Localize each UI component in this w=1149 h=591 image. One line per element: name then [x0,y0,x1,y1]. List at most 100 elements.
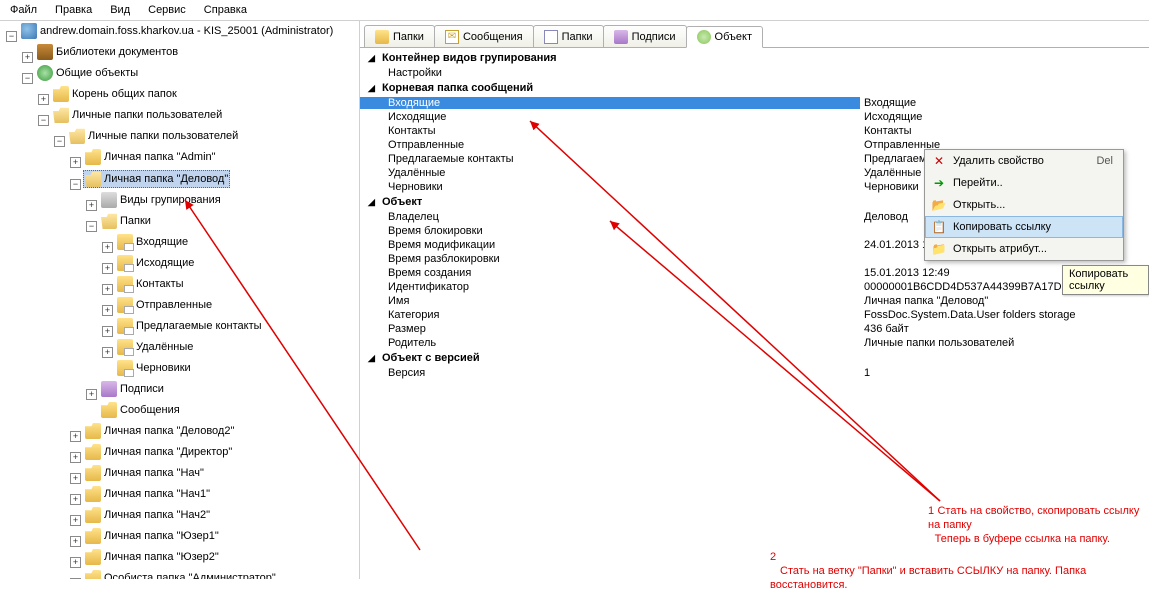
prop-row[interactable]: Настройки [360,66,1149,80]
tree-item[interactable]: Контакты [115,276,186,292]
sign-icon [101,381,117,397]
expander-icon[interactable]: + [70,515,81,526]
folder-icon: 📁 [931,241,947,257]
tree-item[interactable]: Личная папка "Директор" [83,444,234,460]
annotation-1: 1 Стать на свойство, скопировать ссылку … [928,503,1149,545]
prop-key: Контакты [360,125,860,137]
expander-icon[interactable]: − [54,136,65,147]
expander-icon[interactable]: + [86,200,97,211]
expander-icon[interactable]: + [86,389,97,400]
expander-icon[interactable]: + [70,473,81,484]
tree-item[interactable]: Входящие [115,234,190,250]
tree-item[interactable]: Личная папка "Нач" [83,465,206,481]
tab-messages[interactable]: Сообщения [434,25,534,47]
tree-item[interactable]: Исходящие [115,255,196,271]
tree-item[interactable]: Личные папки пользователей [67,128,240,144]
expander-icon[interactable]: + [102,326,113,337]
tree-item[interactable]: Предлагаемые контакты [115,318,264,334]
tab-signs[interactable]: Подписи [603,25,687,47]
ctx-open-attr[interactable]: 📁Открыть атрибут... [925,238,1123,260]
expander-icon[interactable]: − [22,73,33,84]
prop-row[interactable]: Идентификатор00000001B6CDD4D537A44399B7A… [360,280,1149,294]
expander-icon[interactable]: + [22,52,33,63]
expander-icon[interactable]: + [102,263,113,274]
prop-row[interactable]: Размер436 байт [360,322,1149,336]
expander-icon[interactable]: + [70,452,81,463]
ctx-copy-link[interactable]: 📋Копировать ссылку [925,216,1123,238]
tab-folders2[interactable]: Папки [533,25,604,47]
tree-libs[interactable]: Библиотеки документов [35,44,180,60]
expander-icon[interactable]: + [102,242,113,253]
ctx-delete[interactable]: ✕Удалить свойствоDel [925,150,1123,172]
tab-object[interactable]: Объект [686,26,763,48]
tree-item[interactable]: Сообщения [99,402,182,418]
tab-folders[interactable]: Папки [364,25,435,47]
drafts-icon [117,360,133,376]
expander-icon[interactable]: + [70,578,81,579]
tree-item[interactable]: Черновики [115,360,193,376]
tree-user-folders[interactable]: Личные папки пользователей [51,107,224,123]
ctx-open[interactable]: 📂Открыть... [925,194,1123,216]
menu-view[interactable]: Вид [110,4,130,16]
prop-key: Время блокировки [360,225,860,237]
expander-icon[interactable]: − [86,221,97,232]
group-header[interactable]: ◢Объект с версией [360,350,1149,366]
expander-icon[interactable]: + [70,157,81,168]
copy-icon: 📋 [931,219,947,235]
tree-item[interactable]: Личная папка "Юзер2" [83,549,221,565]
prop-row[interactable]: КонтактыКонтакты [360,124,1149,138]
tree-common[interactable]: Общие объекты [35,65,140,81]
tree-item[interactable]: Личная папка "Admin" [83,149,218,165]
expander-icon[interactable]: − [6,31,17,42]
menu-help[interactable]: Справка [204,4,247,16]
expander-icon[interactable]: − [38,115,49,126]
expander-icon[interactable]: + [70,536,81,547]
tree-item[interactable]: Личная папка "Нач2" [83,507,212,523]
tree-item[interactable]: Удалённые [115,339,195,355]
label: Личная папка "Юзер2" [104,549,219,565]
menu-edit[interactable]: Правка [55,4,92,16]
label: Библиотеки документов [56,44,178,60]
prop-row-selected[interactable]: ВходящиеВходящие [360,96,1149,110]
tree-item[interactable]: Особиста папка "Администратор" [83,570,278,579]
envelope-icon [445,30,459,44]
expander-icon[interactable]: + [102,305,113,316]
expander-icon[interactable]: − [70,179,81,190]
tree-item[interactable]: Корень общих папок [51,86,179,102]
prop-row[interactable]: Версия1 [360,366,1149,380]
group-label: Объект с версией [382,352,480,364]
expander-icon[interactable]: + [102,347,113,358]
expander-icon[interactable]: + [70,494,81,505]
menu-file[interactable]: Файл [10,4,37,16]
tree-item[interactable]: Личная папка "Нач1" [83,486,212,502]
tree-root[interactable]: andrew.domain.foss.kharkov.ua - KIS_2500… [19,23,335,39]
group-header[interactable]: ◢Контейнер видов групирования [360,50,1149,66]
tree-item[interactable]: Виды групирования [99,192,223,208]
prop-row[interactable]: ИмяЛичная папка "Деловод" [360,294,1149,308]
tree-item[interactable]: Отправленные [115,297,214,313]
prop-row[interactable]: РодительЛичные папки пользователей [360,336,1149,350]
tree-item-selected[interactable]: Личная папка "Деловод" [83,170,230,188]
tree-item[interactable]: Личная папка "Юзер1" [83,528,221,544]
expander-icon[interactable]: + [70,431,81,442]
expander-icon[interactable]: + [102,284,113,295]
prop-key: Отправленные [360,139,860,151]
tree-item[interactable]: Личная папка "Деловод2" [83,423,236,439]
expander-icon[interactable]: + [38,94,49,105]
tree-folders-node[interactable]: Папки [99,213,153,229]
prop-row[interactable]: ИсходящиеИсходящие [360,110,1149,124]
ctx-goto[interactable]: ➔Перейти.. [925,172,1123,194]
expander-icon[interactable]: + [70,557,81,568]
prop-row[interactable]: Время создания15.01.2013 12:49 [360,266,1149,280]
menu-tools[interactable]: Сервис [148,4,186,16]
prop-key: Имя [360,295,860,307]
tree[interactable]: −andrew.domain.foss.kharkov.ua - KIS_250… [0,23,359,579]
group-header[interactable]: ◢Корневая папка сообщений [360,80,1149,96]
hotkey: Del [1096,155,1113,167]
tab-label: Объект [715,31,752,43]
prop-row[interactable]: КатегорияFossDoc.System.Data.User folder… [360,308,1149,322]
suggested-icon [117,318,133,334]
label: Удалённые [136,339,193,355]
tree-item[interactable]: Подписи [99,381,166,397]
tab-bar: Папки Сообщения Папки Подписи Объект [360,21,1149,48]
